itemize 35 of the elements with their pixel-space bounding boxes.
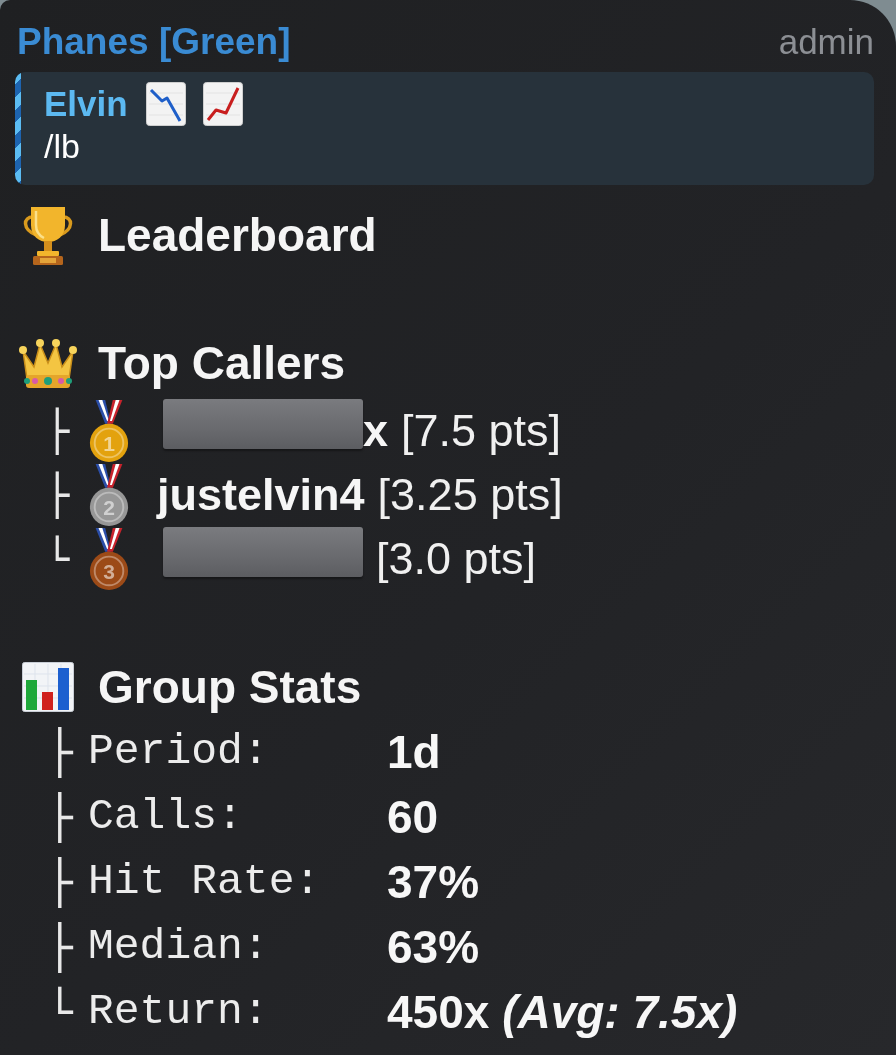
leaderboard-title: Leaderboard — [98, 208, 377, 262]
caller-score: [7.5 pts] — [401, 405, 562, 457]
stat-value: 37% — [387, 854, 481, 909]
stat-label: Return: — [88, 987, 270, 1036]
tree-branch: ├ — [47, 921, 74, 972]
stat-value: 450x (Avg: 7.5x) — [387, 984, 739, 1039]
chart-up-icon — [202, 82, 243, 126]
sender-name[interactable]: Phanes [Green] — [17, 21, 291, 63]
reply-text: /lb — [44, 126, 81, 167]
tree-branch: ├ — [47, 791, 74, 842]
caller-name: justelvin4 — [157, 469, 365, 521]
chart-down-icon — [145, 82, 186, 126]
caller-score: [3.0 pts] — [376, 533, 537, 585]
stat-label: Median: — [88, 922, 270, 971]
stat-value: 60 — [387, 789, 440, 844]
tree-branch: └ — [47, 986, 74, 1037]
stat-label: Period: — [88, 727, 270, 776]
stat-label: Hit Rate: — [88, 857, 322, 906]
caller-score: [3.25 pts] — [377, 469, 563, 521]
stat-value: 63% — [387, 919, 481, 974]
stat-value: 1d — [387, 724, 442, 779]
crown-icon — [18, 337, 78, 389]
section-heading: Group Stats — [98, 660, 362, 714]
tree-branch: ├ — [45, 472, 71, 518]
bar-chart-icon — [22, 662, 74, 712]
reply-quote[interactable]: Elvin /lb — [15, 72, 874, 185]
stat-label: Calls: — [88, 792, 244, 841]
section-heading: Top Callers — [98, 336, 346, 390]
tree-branch: ├ — [45, 408, 71, 454]
tree-branch: ├ — [47, 856, 74, 907]
sender-role: admin — [778, 22, 874, 62]
tree-branch: ├ — [47, 726, 74, 777]
caller-name: x — [363, 405, 389, 457]
reply-sender-name: Elvin — [44, 84, 128, 124]
tree-branch: └ — [45, 536, 71, 582]
